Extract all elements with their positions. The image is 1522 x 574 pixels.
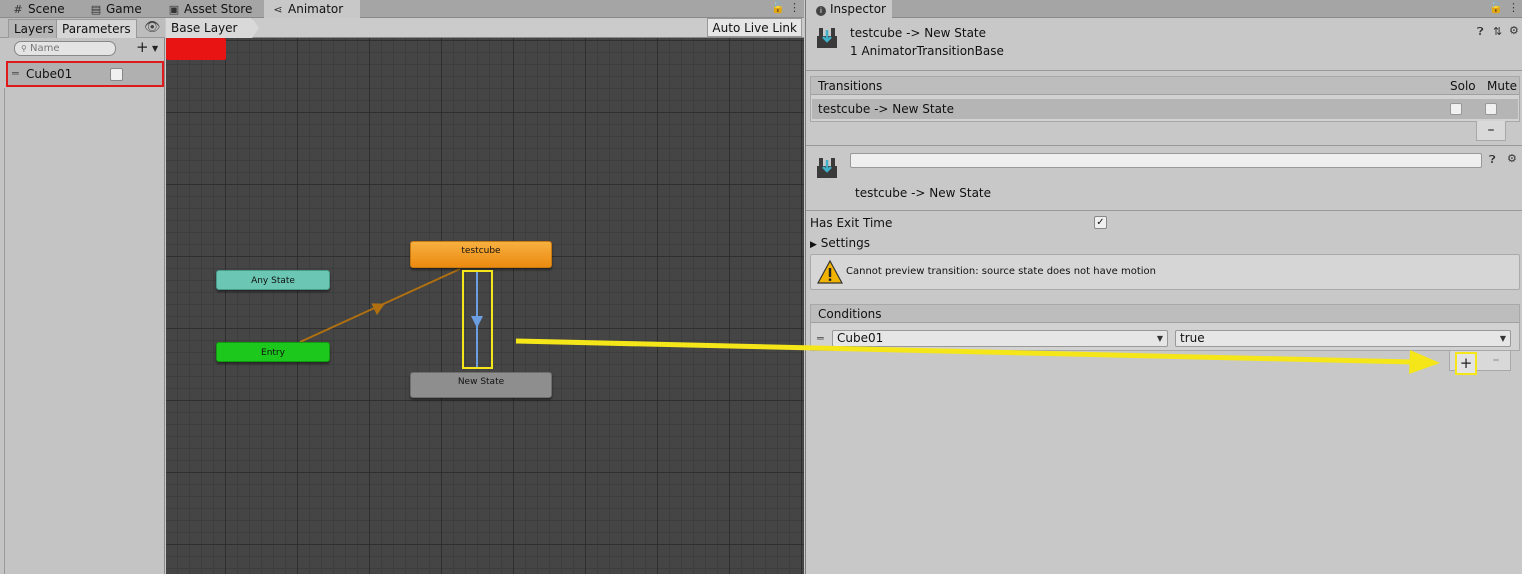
gear-icon[interactable]: ⚙ — [1509, 24, 1521, 37]
inspector-tab-bar: i Inspector 🔓 ⋮ — [806, 0, 1522, 19]
animator-graph[interactable]: Any State Entry testcube New State — [166, 38, 804, 574]
graph-toolbar: Base Layer Auto Live Link — [166, 18, 804, 38]
editor-tab-bar: # Scene ▤ Game ▣ Asset Store ⋖ Animator 🔓 ⋮ — [0, 0, 804, 19]
divider — [806, 145, 1522, 146]
eye-icon[interactable]: 👁 — [144, 20, 161, 35]
auto-live-link-button[interactable]: Auto Live Link — [707, 18, 802, 37]
add-parameter-button[interactable]: + — [136, 38, 149, 56]
inspector-subtitle: 1 AnimatorTransitionBase — [850, 44, 1004, 58]
has-exit-time-checkbox[interactable]: ✓ — [1094, 216, 1107, 229]
more-menu-icon[interactable]: ⋮ — [789, 1, 800, 14]
layers-parameters-tabs: Layers Parameters 👁 — [0, 18, 165, 38]
conditions-list: Conditions ═ Cube01 ▼ true ▼ — [810, 304, 1520, 351]
bag-icon: ▣ — [168, 3, 180, 16]
conditions-header: Conditions — [811, 305, 1519, 323]
transition-icon — [817, 158, 837, 178]
solo-checkbox[interactable] — [1450, 103, 1462, 115]
parameters-panel: Layers Parameters 👁 ⚲ Name + ▼ ═ Cube01 — [0, 18, 165, 574]
parameter-name: Cube01 — [26, 67, 73, 81]
transition-icon — [817, 28, 837, 48]
transitions-list: Transitions Solo Mute testcube -> New St… — [810, 76, 1520, 122]
more-menu-icon[interactable]: ⋮ — [1508, 1, 1519, 14]
inspector-panel: i Inspector 🔓 ⋮ testcube -> New State 1 A… — [805, 0, 1522, 574]
drag-handle-icon[interactable]: ═ — [817, 332, 824, 345]
condition-value-dropdown[interactable]: true ▼ — [1175, 330, 1511, 347]
node-entry[interactable]: Entry — [216, 342, 330, 362]
mute-column-label: Mute — [1487, 79, 1518, 93]
parameter-row-cube01[interactable]: ═ Cube01 — [6, 61, 164, 87]
parameter-bool-checkbox[interactable] — [110, 68, 123, 81]
remove-condition-button[interactable]: – — [1486, 352, 1506, 370]
chevron-right-icon: ▶ — [810, 240, 817, 250]
tab-layers[interactable]: Layers — [8, 19, 60, 38]
has-exit-time-label: Has Exit Time — [810, 216, 893, 230]
condition-parameter-dropdown[interactable]: Cube01 ▼ — [832, 330, 1168, 347]
parameter-search-input[interactable]: ⚲ Name — [14, 41, 116, 56]
preset-icon[interactable]: ⇅ — [1493, 25, 1504, 38]
help-icon[interactable]: ❓︎ — [1477, 25, 1486, 38]
tab-scene[interactable]: # Scene — [4, 0, 64, 18]
transition-name-input[interactable] — [850, 153, 1482, 168]
divider — [806, 210, 1522, 211]
transition-arrowhead — [371, 303, 385, 316]
solo-column-label: Solo — [1450, 79, 1476, 93]
search-icon: ⚲ — [21, 44, 27, 53]
transition-label: testcube -> New State — [855, 186, 992, 200]
warning-text: Cannot preview transition: source state … — [846, 266, 1156, 277]
grid-icon: # — [13, 3, 23, 16]
chevron-down-icon[interactable]: ▼ — [152, 44, 158, 53]
lock-icon[interactable]: 🔓 — [1489, 1, 1503, 14]
divider — [806, 70, 1522, 71]
help-icon[interactable]: ❓︎ — [1489, 153, 1498, 167]
mute-checkbox[interactable] — [1485, 103, 1497, 115]
warning-box: Cannot preview transition: source state … — [810, 254, 1520, 290]
transition-highlight-box — [462, 270, 493, 369]
tab-parameters[interactable]: Parameters — [56, 19, 137, 38]
node-new-state[interactable]: New State — [410, 372, 552, 398]
inspector-title: testcube -> New State — [850, 26, 987, 40]
settings-foldout[interactable]: ▶ Settings — [810, 236, 870, 250]
drag-handle-icon[interactable]: ═ — [12, 67, 19, 80]
info-icon: i — [816, 6, 826, 16]
tab-game[interactable]: ▤ Game — [82, 0, 142, 18]
gear-icon[interactable]: ⚙ — [1507, 152, 1519, 165]
chevron-down-icon: ▼ — [1499, 334, 1506, 343]
chevron-down-icon: ▼ — [1156, 334, 1163, 343]
tab-inspector[interactable]: i Inspector — [806, 0, 892, 19]
add-condition-button[interactable]: + — [1455, 352, 1477, 375]
gamepad-icon: ▤ — [90, 3, 102, 16]
unity-editor: # Scene ▤ Game ▣ Asset Store ⋖ Animator 🔓 ⋮ … — [0, 0, 1522, 574]
divider — [4, 88, 5, 574]
node-testcube[interactable]: testcube — [410, 241, 552, 268]
transitions-header: Transitions Solo Mute — [811, 77, 1519, 95]
tab-animator[interactable]: ⋖ Animator — [264, 0, 360, 19]
transition-row[interactable]: testcube -> New State — [812, 99, 1518, 119]
tab-asset-store[interactable]: ▣ Asset Store — [160, 0, 253, 18]
breadcrumb[interactable]: Base Layer — [166, 18, 258, 38]
node-any-state[interactable]: Any State — [216, 270, 330, 290]
remove-transition-button[interactable]: – — [1476, 121, 1506, 141]
warning-icon — [817, 259, 843, 284]
animator-icon: ⋖ — [273, 3, 283, 16]
lock-icon[interactable]: 🔓 — [771, 1, 785, 14]
